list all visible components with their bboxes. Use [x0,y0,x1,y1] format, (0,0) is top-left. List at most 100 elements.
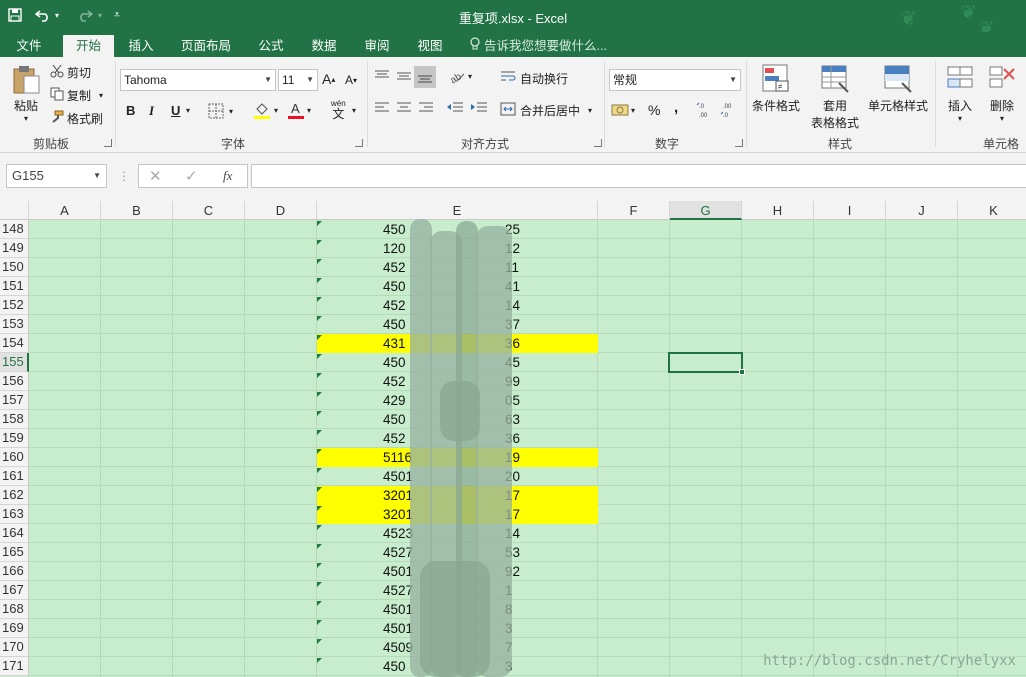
align-center-icon[interactable] [396,101,412,115]
decrease-font-icon[interactable]: A ▾ [345,73,357,87]
align-bottom-icon[interactable] [414,66,436,88]
column-header-f[interactable]: F [598,201,670,220]
column-header-k[interactable]: K [958,201,1026,220]
tab-home[interactable]: 开始 [63,35,114,57]
row-header[interactable]: 150 [0,258,29,277]
row-header[interactable]: 166 [0,562,29,581]
row-header[interactable]: 155 [0,353,29,372]
row-header[interactable]: 164 [0,524,29,543]
tab-formulas[interactable]: 公式 [250,35,292,57]
comma-style-button[interactable]: , [674,99,678,116]
row-header[interactable]: 171 [0,657,29,676]
font-size-combo[interactable]: 11 ▼ [278,69,318,91]
row-header[interactable]: 156 [0,372,29,391]
fill-handle[interactable] [739,369,745,375]
phonetic-dropdown-icon[interactable]: ▾ [352,106,356,115]
borders-icon[interactable]: ▾ [208,103,233,119]
column-header-g[interactable]: G [670,201,742,220]
row-header[interactable]: 162 [0,486,29,505]
font-name-combo[interactable]: Tahoma ▼ [120,69,276,91]
align-middle-icon[interactable] [396,69,412,83]
row-header[interactable]: 165 [0,543,29,562]
orientation-icon[interactable]: ab ▾ [448,68,472,84]
wrap-text-button[interactable]: 自动换行 [500,70,568,87]
row-header[interactable]: 151 [0,277,29,296]
align-left-icon[interactable] [374,101,390,115]
fill-color-icon[interactable]: ▾ [253,101,278,119]
decrease-decimal-icon[interactable]: .00 .0 [720,101,738,119]
underline-dropdown-icon[interactable]: ▾ [186,106,190,115]
paste-dropdown-icon[interactable]: ▾ [8,114,44,123]
copy-dropdown-icon[interactable]: ▾ [99,91,103,100]
format-painter-button[interactable]: 格式刷 [50,110,103,127]
decrease-indent-icon[interactable] [446,101,464,115]
underline-button[interactable]: U [171,103,180,118]
tab-data[interactable]: 数据 [303,35,345,57]
column-header-a[interactable]: A [29,201,101,220]
enter-icon[interactable]: ✓ [185,167,198,185]
copy-button[interactable]: 复制 ▾ [50,87,103,104]
italic-button[interactable]: I [149,103,154,119]
conditional-formatting-button[interactable]: ≠ 条件格式 [750,63,802,114]
bold-button[interactable]: B [126,103,135,118]
insert-dropdown-icon[interactable]: ▾ [942,114,978,123]
align-top-icon[interactable] [374,69,390,83]
font-color-icon[interactable]: A ▾ [288,101,311,119]
number-launcher-icon[interactable] [735,139,743,147]
worksheet-grid[interactable]: A B C D E F G H I J K 148 450 25 149 120 12 15… [0,201,1026,677]
font-launcher-icon[interactable] [355,139,363,147]
row-header[interactable]: 153 [0,315,29,334]
row-header[interactable]: 157 [0,391,29,410]
cancel-icon[interactable]: ✕ [149,167,162,185]
selected-cell-g155[interactable] [668,352,745,375]
column-header-e[interactable]: E [317,201,598,220]
row-header[interactable]: 154 [0,334,29,353]
row-header[interactable]: 168 [0,600,29,619]
tab-page-layout[interactable]: 页面布局 [175,35,237,57]
accounting-format-icon[interactable]: ▾ [611,102,635,118]
column-header-c[interactable]: C [173,201,245,220]
number-format-combo[interactable]: 常规 ▼ [609,69,741,91]
delete-dropdown-icon[interactable]: ▾ [984,114,1020,123]
delete-cells-button[interactable]: 删除 ▾ [984,63,1020,123]
column-header-i[interactable]: I [814,201,886,220]
increase-decimal-icon[interactable]: .0 .00 [696,101,714,119]
formula-input[interactable] [251,164,1026,188]
align-right-icon[interactable] [418,101,434,115]
row-header[interactable]: 152 [0,296,29,315]
row-header[interactable]: 161 [0,467,29,486]
tab-review[interactable]: 审阅 [356,35,398,57]
column-header-j[interactable]: J [886,201,958,220]
increase-indent-icon[interactable] [470,101,488,115]
merge-dropdown-icon[interactable]: ▾ [588,106,592,115]
insert-function-button[interactable]: fx [223,168,232,184]
format-as-table-button[interactable]: 套用 表格格式 [804,63,866,131]
row-header[interactable]: 148 [0,220,29,239]
column-header-d[interactable]: D [245,201,317,220]
insert-cells-button[interactable]: 插入 ▾ [942,63,978,123]
cell-styles-button[interactable]: 单元格样式 [866,63,930,114]
row-header[interactable]: 163 [0,505,29,524]
row-header[interactable]: 149 [0,239,29,258]
row-header[interactable]: 169 [0,619,29,638]
tab-file[interactable]: 文件 [7,35,51,57]
name-box[interactable]: G155 ▼ [6,164,107,188]
tab-insert[interactable]: 插入 [120,35,162,57]
row-header[interactable]: 160 [0,448,29,467]
row-header[interactable]: 159 [0,429,29,448]
row-header[interactable]: 158 [0,410,29,429]
alignment-launcher-icon[interactable] [594,139,602,147]
select-all-corner[interactable] [0,201,29,220]
merge-center-button[interactable]: 合并后居中 ▾ [500,102,592,119]
increase-font-icon[interactable]: A ▴ [322,71,335,87]
phonetic-guide-icon[interactable]: wén 文 [331,99,346,120]
column-header-b[interactable]: B [101,201,173,220]
column-header-h[interactable]: H [742,201,814,220]
clipboard-launcher-icon[interactable] [104,139,112,147]
percent-style-button[interactable]: % [648,102,660,118]
tell-me-box[interactable]: 告诉我您想要做什么... [470,35,607,57]
row-header[interactable]: 170 [0,638,29,657]
cut-button[interactable]: 剪切 [50,64,91,81]
tab-view[interactable]: 视图 [409,35,451,57]
row-header[interactable]: 167 [0,581,29,600]
